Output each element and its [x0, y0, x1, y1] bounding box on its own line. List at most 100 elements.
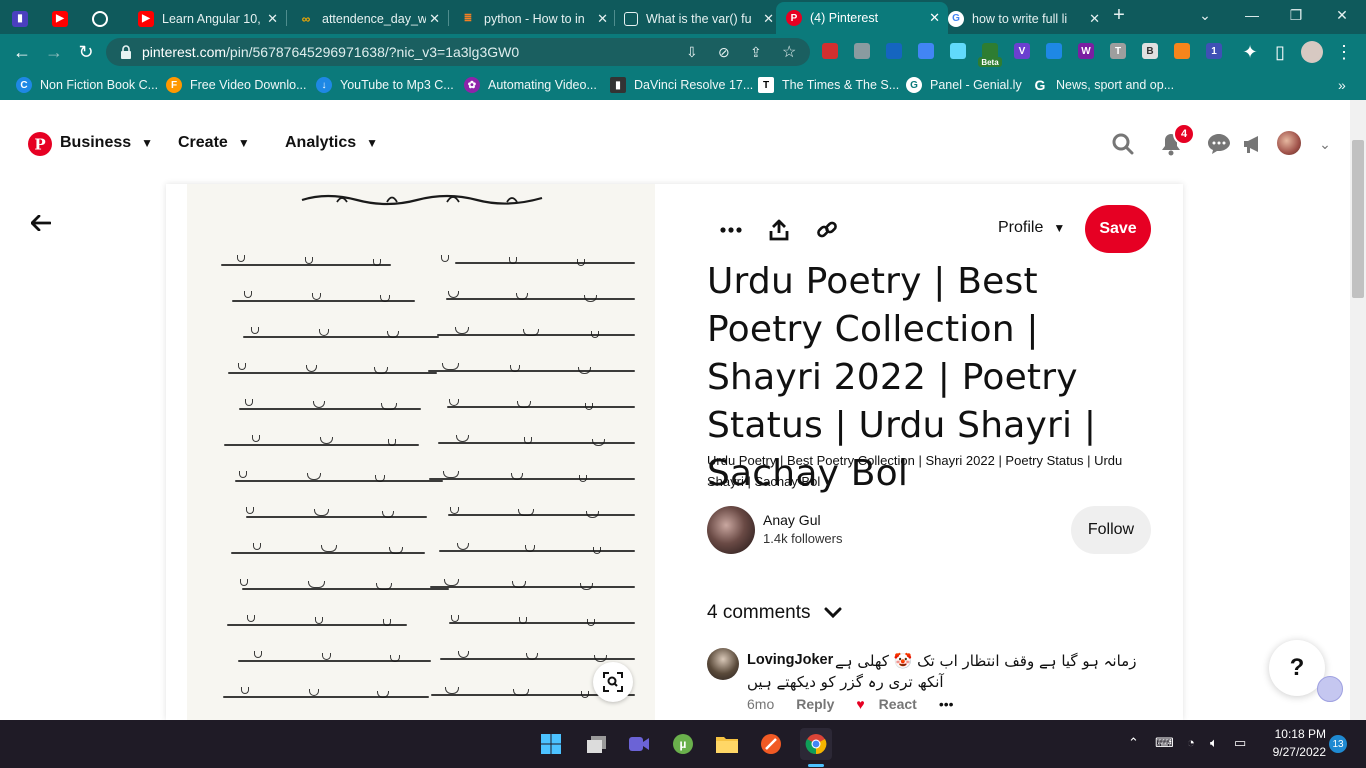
tab-google-search[interactable]: G how to write full li ✕ — [942, 3, 1108, 34]
profile-avatar[interactable] — [1300, 40, 1324, 64]
bookmark-genially[interactable]: G Panel - Genial.ly — [906, 77, 1022, 93]
extensions-icon[interactable]: ✦ — [1238, 40, 1262, 64]
copy-link-icon[interactable] — [813, 216, 841, 244]
extension-wordtune-icon[interactable]: W — [1078, 43, 1094, 59]
user-avatar[interactable] — [1277, 131, 1301, 155]
bookmark-times[interactable]: T The Times & The S... — [758, 77, 899, 93]
new-tab-button[interactable]: + — [1097, 0, 1141, 30]
notification-count-badge[interactable]: 13 — [1329, 735, 1347, 753]
scrollbar-thumb[interactable] — [1352, 140, 1364, 298]
close-icon[interactable]: ✕ — [929, 10, 940, 26]
nav-create[interactable]: Create ▼ — [178, 134, 250, 152]
minimize-button[interactable]: — — [1230, 0, 1274, 30]
more-options-icon[interactable] — [717, 216, 745, 244]
tab-attendence[interactable]: ∞ attendence_day_w ✕ — [292, 3, 448, 34]
tab-pinterest[interactable]: P (4) Pinterest ✕ — [776, 2, 948, 34]
extension-vimeo-icon[interactable]: V — [1014, 43, 1030, 59]
extension-bookmark-red-icon[interactable] — [822, 43, 838, 59]
taskview-icon[interactable] — [581, 728, 613, 760]
bookmark-davinci[interactable]: ▮ DaVinci Resolve 17... — [610, 77, 753, 93]
extension-react-icon[interactable] — [950, 43, 966, 59]
extension-metamask-icon[interactable] — [1174, 43, 1190, 59]
lock-icon[interactable] — [118, 44, 134, 60]
tray-chevron-up-icon[interactable]: ⌃ — [1128, 735, 1139, 751]
extension-puzzle-grey-icon[interactable] — [854, 43, 870, 59]
visual-search-icon[interactable] — [593, 662, 633, 702]
author-avatar[interactable] — [707, 506, 755, 554]
share-upload-icon[interactable] — [765, 216, 793, 244]
bookmark-news[interactable]: G News, sport and op... — [1032, 77, 1175, 93]
close-icon[interactable]: ✕ — [267, 11, 278, 27]
close-icon[interactable]: ✕ — [429, 11, 440, 27]
extension-graduate-icon[interactable] — [886, 43, 902, 59]
pin-image[interactable] — [187, 184, 655, 720]
author-name[interactable]: Anay Gul — [763, 512, 821, 528]
back-arrow-icon[interactable] — [26, 208, 56, 238]
chat-bubble-icon[interactable] — [1317, 676, 1343, 702]
extension-translate-icon[interactable] — [918, 43, 934, 59]
search-icon[interactable] — [1109, 130, 1137, 158]
comments-toggle[interactable]: 4 comments — [707, 602, 842, 624]
volume-icon[interactable]: 🔈︎ — [1210, 735, 1218, 751]
tab-python[interactable]: ≣ python - How to in ✕ — [454, 3, 616, 34]
app-orange-icon[interactable] — [755, 728, 787, 760]
extension-bitwarden-icon[interactable]: B — [1142, 43, 1158, 59]
close-icon[interactable]: ✕ — [597, 11, 608, 27]
extension-text-icon[interactable]: T — [1110, 43, 1126, 59]
commenter-avatar[interactable] — [707, 648, 739, 680]
battery-icon[interactable]: ▭ — [1234, 735, 1246, 751]
start-icon[interactable] — [535, 728, 567, 760]
share-icon[interactable]: ⇪ — [750, 44, 762, 61]
poetry-stroke — [577, 259, 585, 266]
save-button[interactable]: Save — [1085, 205, 1151, 253]
back-icon[interactable]: ← — [10, 40, 34, 64]
chrome-icon[interactable] — [800, 728, 832, 760]
board-select-dropdown[interactable]: Profile ▼ — [998, 219, 1065, 237]
utorrent-icon[interactable]: µ — [667, 728, 699, 760]
close-window-button[interactable]: ✕ — [1320, 0, 1364, 30]
comment-react-button[interactable]: React — [879, 696, 917, 712]
extension-gear-badge-icon[interactable]: 1 — [1206, 43, 1222, 59]
nav-business[interactable]: Business ▼ — [60, 134, 153, 152]
heart-icon[interactable]: ♥ — [856, 696, 864, 712]
tab-youtube[interactable]: ▶ — [52, 3, 86, 34]
follow-button[interactable]: Follow — [1071, 506, 1151, 554]
pinterest-logo-icon[interactable]: P — [28, 132, 52, 156]
megaphone-icon[interactable] — [1239, 130, 1267, 158]
clock-time[interactable]: 10:18 PM — [1270, 727, 1326, 741]
menu-icon[interactable]: ⋮ — [1332, 40, 1356, 64]
restore-button[interactable]: ❐ — [1274, 0, 1318, 30]
bookmark-free-video[interactable]: F Free Video Downlo... — [166, 77, 307, 93]
keyboard-icon[interactable]: ⌨ — [1155, 735, 1174, 751]
bookmark-youtube-mp3[interactable]: ↓ YouTube to Mp3 C... — [316, 77, 454, 93]
comment-username[interactable]: LovingJoker — [747, 652, 833, 668]
comment-reply-button[interactable]: Reply — [796, 696, 834, 712]
tab-meet[interactable]: ▮ — [12, 3, 46, 34]
forward-icon[interactable]: → — [42, 40, 66, 64]
clock-date[interactable]: 9/27/2022 — [1264, 745, 1326, 759]
extension-shazam-icon[interactable] — [1046, 43, 1062, 59]
tab-github[interactable] — [92, 3, 126, 34]
tab-var-function[interactable]: What is the var() fu ✕ — [618, 3, 782, 34]
bookmarks-overflow-icon[interactable]: » — [1338, 77, 1346, 93]
close-icon[interactable]: ✕ — [763, 11, 774, 27]
poetry-stroke — [591, 331, 599, 338]
address-bar[interactable]: pinterest.com/pin/56787645296971638/?nic… — [106, 38, 810, 66]
bookmark-automating-video[interactable]: ✿ Automating Video... — [464, 77, 597, 93]
poetry-stroke — [238, 363, 246, 370]
star-icon[interactable]: ☆ — [782, 42, 796, 62]
file-explorer-icon[interactable] — [711, 728, 743, 760]
wifi-icon[interactable]: ◔ — [1187, 735, 1195, 750]
messages-icon[interactable] — [1205, 130, 1233, 158]
account-chevron-down-icon[interactable]: ⌄ — [1311, 130, 1339, 158]
eye-off-icon[interactable]: ⊘ — [718, 44, 730, 61]
install-icon[interactable]: ⇩ — [686, 44, 698, 61]
bookmark-non-fiction[interactable]: C Non Fiction Book C... — [16, 77, 158, 93]
reload-icon[interactable]: ↻ — [74, 40, 98, 64]
meet-icon[interactable] — [623, 728, 655, 760]
nav-analytics[interactable]: Analytics ▼ — [285, 134, 378, 152]
tab-search-chevron-icon[interactable]: ⌄ — [1183, 0, 1227, 30]
sidepanel-icon[interactable]: ▯ — [1268, 40, 1292, 64]
comment-more-icon[interactable]: ••• — [939, 696, 954, 712]
tab-learn-angular[interactable]: ▶ Learn Angular 10, Fl ✕ — [132, 3, 286, 34]
